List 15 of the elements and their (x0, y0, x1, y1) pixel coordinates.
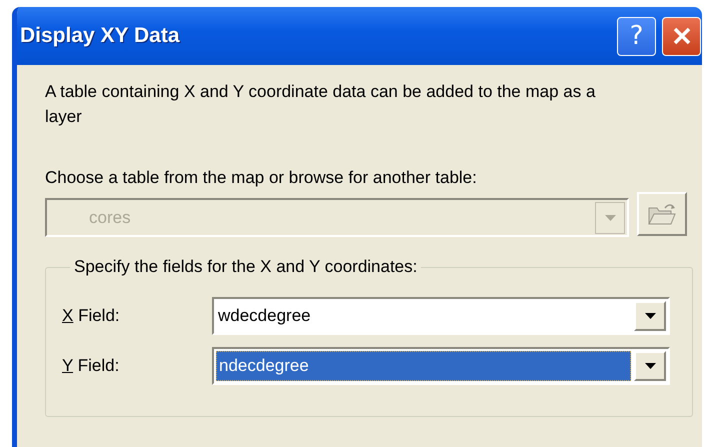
field-dropdown[interactable]: ndecdegree (212, 347, 670, 385)
field-label: X Field: (62, 306, 121, 326)
table-label: Choose a table from the map or browse for another table: (45, 167, 478, 189)
close-icon (672, 26, 692, 46)
help-button[interactable]: ? (617, 16, 656, 56)
dropdown-value: wdecdegree (217, 305, 312, 327)
window-title: Display XY Data (20, 24, 180, 48)
field-dropdown[interactable]: wdecdegree (212, 297, 670, 335)
browse-button[interactable] (637, 192, 687, 236)
group-legend: Specify the fields for the X and Y coordinates: (70, 257, 422, 277)
folder-icon (647, 202, 677, 226)
field-label: Y Field: (62, 356, 120, 376)
close-button[interactable] (662, 16, 701, 56)
dropdown-value: ndecdegree (216, 351, 631, 381)
description-text: A table containing X and Y coordinate data can be added to the map as a layer (45, 81, 596, 128)
